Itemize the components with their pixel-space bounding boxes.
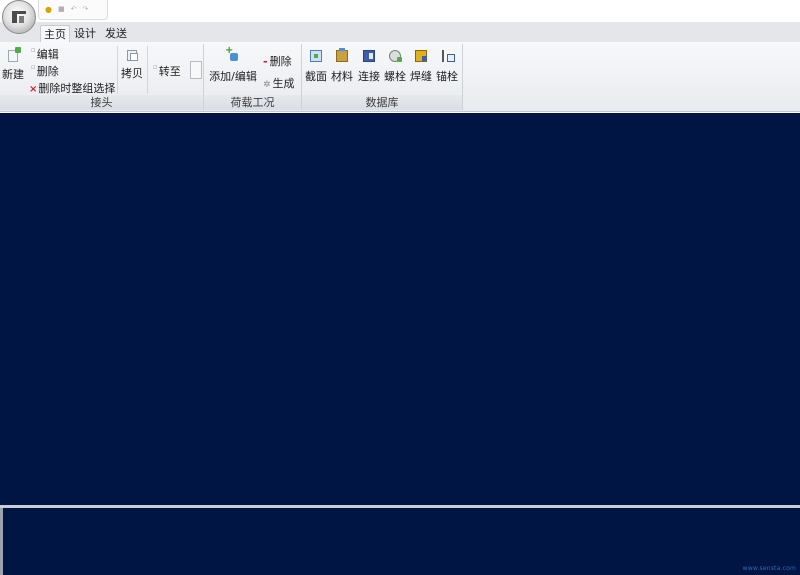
material-icon [336, 48, 348, 62]
ribbon-group-joint: 新建 ▫编辑 ▫删除 ×删除时整组选择 拷贝 ▫转至 接头 [0, 44, 204, 110]
bolt-icon [389, 50, 402, 62]
delete-icon: ▫ [31, 63, 36, 71]
tab-design[interactable]: 设计 [71, 25, 99, 42]
output-panel[interactable]: www.sensta.com [0, 508, 800, 575]
copy-button[interactable]: 拷贝 [120, 50, 144, 81]
delete-x-icon: × [29, 84, 38, 95]
save-icon[interactable]: ■ [58, 6, 65, 13]
add-edit-load-button[interactable]: 添加/编辑 [207, 45, 259, 84]
db-section-label: 截面 [305, 70, 327, 83]
output-panel-edge [0, 508, 3, 575]
group-separator [147, 46, 148, 94]
app-window: ● ■ ↶ ↷ 主页 设计 发送 新建 ▫编辑 ▫删除 ×删除时整组选择 拷贝 … [0, 0, 800, 575]
ribbon-group-label: 荷载工况 [204, 95, 301, 110]
db-connection-button[interactable]: 连接 [357, 50, 381, 84]
copy-button-label: 拷贝 [121, 67, 143, 80]
delete-regroup-label: 删除时整组选择 [38, 82, 116, 95]
app-logo-icon [10, 8, 28, 26]
delete-button-label: 删除 [36, 65, 59, 78]
minus-icon: - [263, 55, 268, 68]
edit-button-label: 编辑 [36, 48, 59, 61]
delete-load-button[interactable]: - 删除 [263, 53, 292, 69]
db-weld-button[interactable]: 焊缝 [409, 50, 433, 84]
quick-access-toolbar: ● ■ ↶ ↷ [38, 0, 108, 20]
generate-button[interactable]: ✲ 生成 [263, 75, 295, 91]
db-anchor-button[interactable]: 锚栓 [435, 50, 459, 84]
goto-button-label: 转至 [158, 65, 181, 78]
ribbon-group-database: 截面 材料 连接 螺栓 焊缝 锚栓 数据库 [302, 44, 463, 110]
ribbon-group-label: 数据库 [302, 95, 462, 110]
new-button-label: 新建 [2, 68, 24, 81]
copy-icon [127, 50, 138, 61]
db-bolt-button[interactable]: 螺栓 [383, 50, 407, 84]
watermark: www.sensta.com [742, 565, 796, 572]
title-bar [0, 0, 800, 22]
3d-viewport[interactable] [0, 113, 800, 505]
connection-icon [363, 50, 375, 62]
weld-icon [415, 50, 427, 62]
tab-send[interactable]: 发送 [102, 25, 130, 42]
application-menu-button[interactable] [2, 0, 36, 34]
generate-label: 生成 [272, 77, 295, 90]
undo-icon[interactable]: ↶ [71, 6, 77, 13]
goto-field[interactable] [190, 61, 202, 79]
new-button[interactable]: 新建 [1, 47, 25, 82]
ribbon: 新建 ▫编辑 ▫删除 ×删除时整组选择 拷贝 ▫转至 接头 + 添加/编辑 - … [0, 42, 800, 112]
ribbon-group-load-cases: 添加/编辑 -删除 ✲生成 荷载工况 [204, 44, 302, 110]
db-connection-label: 连接 [358, 70, 380, 83]
db-weld-label: 焊缝 [410, 70, 432, 83]
db-material-label: 材料 [331, 70, 353, 83]
add-edit-load-label: 添加/编辑 [209, 70, 257, 83]
delete-button[interactable]: ▫删除 [31, 63, 59, 79]
edit-button[interactable]: ▫编辑 [31, 46, 59, 62]
tab-home[interactable]: 主页 [40, 25, 70, 42]
db-material-button[interactable]: 材料 [330, 48, 354, 84]
db-section-button[interactable]: 截面 [304, 50, 328, 84]
new-document-icon [8, 47, 21, 62]
goto-button[interactable]: ▫转至 [153, 63, 181, 79]
goto-icon: ▫ [153, 63, 158, 71]
delete-load-label: 删除 [269, 55, 292, 68]
open-icon[interactable]: ● [45, 5, 52, 14]
add-load-icon [225, 45, 240, 64]
group-separator [117, 46, 118, 94]
section-icon [310, 50, 322, 62]
anchor-bolt-icon [442, 50, 455, 62]
generate-icon: ✲ [263, 80, 271, 90]
db-bolt-label: 螺栓 [384, 70, 406, 83]
ribbon-tab-bar: 主页 设计 发送 [0, 22, 800, 42]
delete-regroup-button[interactable]: ×删除时整组选择 [29, 80, 115, 96]
db-anchor-label: 锚栓 [436, 70, 458, 83]
redo-icon[interactable]: ↷ [82, 6, 88, 13]
edit-icon: ▫ [31, 46, 36, 54]
ribbon-group-label: 接头 [0, 95, 203, 110]
